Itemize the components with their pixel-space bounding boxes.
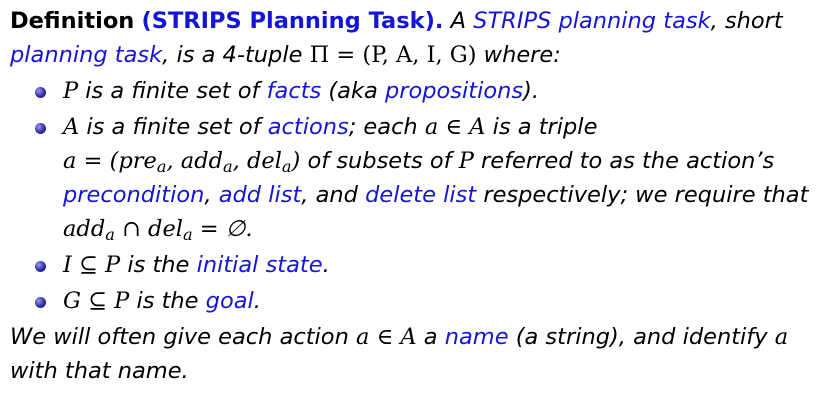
slide: Definition (STRIPS Planning Task). A STR… [0, 0, 828, 418]
item-text: referred to as the action’s [481, 148, 775, 174]
closing-paragraph: We will often give each action a ∈ A a n… [10, 320, 818, 388]
math-expression: a ∈ A [356, 324, 417, 350]
term-facts: facts [266, 78, 322, 104]
item-text: . [322, 252, 330, 278]
list-item-goal: G ⊆ P is the goal. [10, 284, 818, 318]
action-triple-formula: a = (prea, adda, dela) [63, 148, 301, 177]
bullet-icon [35, 261, 46, 272]
term-precondition: precondition [63, 182, 205, 208]
definition-text: , is a 4-tuple [162, 42, 303, 68]
item-text: is a finite set of [86, 114, 261, 140]
list-item-facts: P is a finite set of facts (aka proposit… [10, 74, 818, 108]
term-goal: goal [205, 288, 254, 314]
math-expression: a ∈ A [424, 114, 486, 140]
term-delete-list: delete list [365, 182, 477, 208]
definition-text: , short [710, 8, 783, 34]
definition-title: (STRIPS Planning Task). [141, 8, 444, 34]
term-strips-planning-task: STRIPS planning task [473, 8, 711, 34]
item-text: ). [523, 78, 540, 104]
item-text: is a triple [492, 114, 598, 140]
term-initial-state: initial state [196, 252, 323, 278]
item-text: (aka [328, 78, 378, 104]
bullet-icon [35, 297, 46, 308]
math-symbol: P [63, 78, 79, 104]
term-propositions: propositions [384, 78, 524, 104]
item-text: , and [301, 182, 358, 208]
definition-block: Definition (STRIPS Planning Task). A STR… [10, 4, 818, 72]
closing-text: We will often give each action [10, 324, 349, 350]
item-text: is the [136, 288, 199, 314]
math-expression: G ⊆ P [63, 288, 130, 314]
item-text: of subsets of [307, 148, 452, 174]
term-planning-task: planning task [10, 42, 163, 68]
tuple-formula: Π = (P, A, I, G) [309, 42, 477, 68]
bullet-icon [35, 123, 46, 134]
closing-text: a [423, 324, 438, 350]
definition-label: Definition [10, 8, 135, 34]
math-symbol: P [458, 148, 474, 174]
term-add-list: add list [218, 182, 302, 208]
item-text: . [253, 288, 261, 314]
term-name: name [444, 324, 509, 350]
item-text: ; each [348, 114, 418, 140]
item-text: , [204, 182, 212, 208]
math-expression: I ⊆ P [63, 252, 121, 278]
definition-items: P is a finite set of facts (aka proposit… [10, 74, 818, 318]
item-text: is the [127, 252, 190, 278]
closing-text: with that name. [10, 358, 189, 384]
term-actions: actions [267, 114, 349, 140]
definition-text: where: [483, 42, 561, 68]
list-item-initial-state: I ⊆ P is the initial state. [10, 248, 818, 282]
bullet-icon [35, 87, 46, 98]
item-text: is a finite set of [85, 78, 260, 104]
list-item-actions: A is a finite set of actions; each a ∈ A… [10, 110, 818, 246]
definition-text: A [450, 8, 466, 34]
closing-text: (a string), and identify [515, 324, 768, 350]
disjointness-formula: adda ∩ dela = ∅. [63, 216, 253, 245]
math-symbol: A [63, 114, 80, 140]
item-text: respectively; we require that [483, 182, 809, 208]
math-symbol: a [774, 324, 789, 350]
